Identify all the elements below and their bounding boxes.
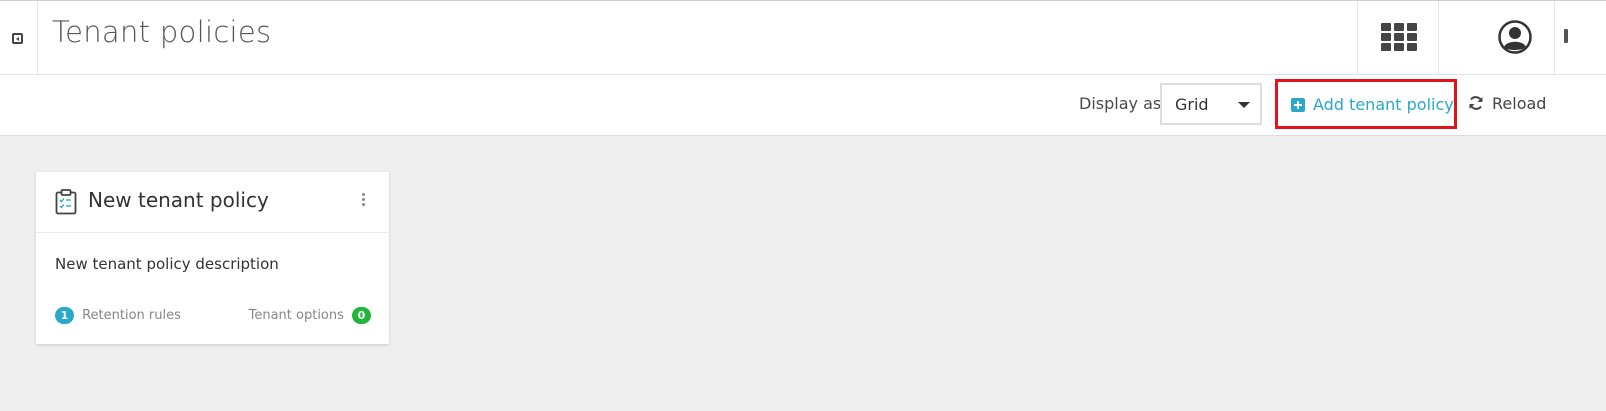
apps-menu-button[interactable]: [1357, 1, 1439, 75]
retention-rules-link[interactable]: 1 Retention rules: [55, 305, 181, 324]
add-tenant-policy-button[interactable]: Add tenant policy: [1275, 79, 1457, 129]
card-description: New tenant policy description: [55, 255, 279, 273]
top-bar: Tenant policies: [0, 0, 1606, 75]
retention-rules-label: Retention rules: [82, 308, 181, 323]
user-menu-button[interactable]: [1439, 1, 1555, 75]
tenant-options-count-badge: 0: [352, 307, 371, 324]
display-as-label: Display as: [1079, 94, 1162, 113]
caret-down-icon: [1238, 102, 1250, 108]
tenant-options-label: Tenant options: [248, 308, 344, 323]
toolbar: Display as Grid Add tenant policy Reload: [0, 75, 1606, 136]
display-as-value: Grid: [1175, 95, 1209, 114]
collapse-sidebar-icon[interactable]: [12, 33, 23, 44]
display-as-select[interactable]: Grid: [1160, 83, 1262, 125]
sidebar-toggle-button[interactable]: [0, 1, 38, 75]
tenant-policy-card[interactable]: New tenant policy New tenant policy desc…: [36, 172, 389, 344]
more-options-icon[interactable]: [362, 193, 366, 209]
card-header: New tenant policy: [36, 172, 389, 233]
refresh-icon: [1469, 96, 1483, 110]
clipboard-checklist-icon: [55, 189, 77, 215]
retention-count-badge: 1: [55, 307, 74, 324]
add-tenant-policy-label: Add tenant policy: [1313, 95, 1454, 114]
edge-indicator: [1564, 29, 1568, 43]
tenant-options-link[interactable]: Tenant options 0: [249, 305, 371, 324]
reload-label: Reload: [1492, 94, 1547, 113]
apps-grid-icon[interactable]: [1381, 23, 1417, 51]
page-title: Tenant policies: [52, 15, 272, 49]
user-avatar-icon[interactable]: [1498, 20, 1532, 54]
card-title[interactable]: New tenant policy: [88, 188, 269, 212]
plus-square-icon: [1291, 98, 1305, 112]
